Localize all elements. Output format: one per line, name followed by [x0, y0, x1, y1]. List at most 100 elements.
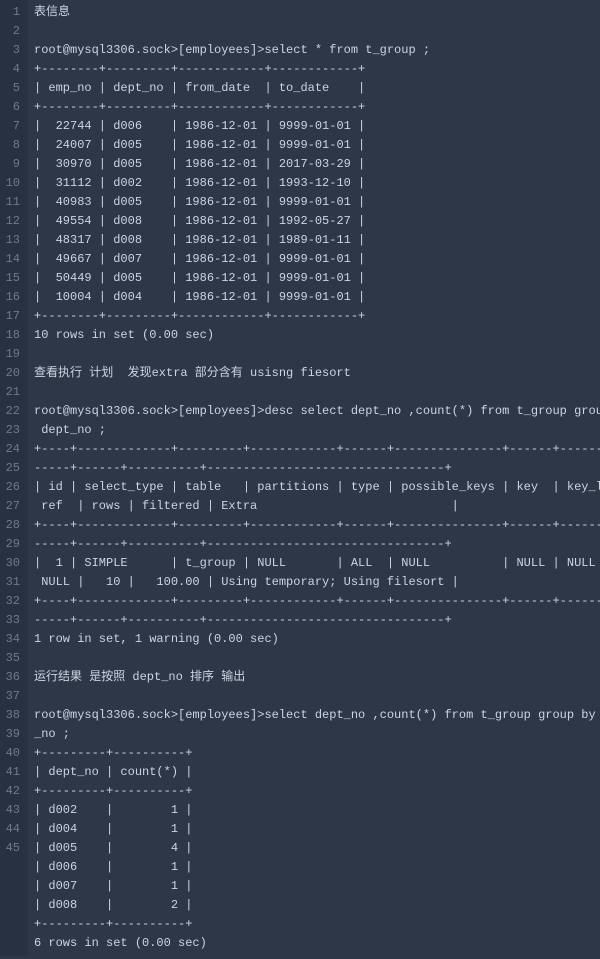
code-line: +----+-------------+---------+----------…: [34, 440, 594, 459]
code-line: | d007 | 1 |: [34, 877, 594, 896]
code-line: +----+-------------+---------+----------…: [34, 592, 594, 611]
line-number: 39: [4, 725, 20, 744]
line-number: 34: [4, 630, 20, 649]
line-number: 6: [4, 98, 20, 117]
line-number: 9: [4, 155, 20, 174]
line-number: 7: [4, 117, 20, 136]
code-line: | d004 | 1 |: [34, 820, 594, 839]
code-line: | id | select_type | table | partitions …: [34, 478, 594, 497]
line-number: 41: [4, 763, 20, 782]
line-number: 37: [4, 687, 20, 706]
line-number: 11: [4, 193, 20, 212]
line-number: [4, 858, 20, 877]
code-line: | 30970 | d005 | 1986-12-01 | 2017-03-29…: [34, 155, 594, 174]
code-line: _no ;: [34, 725, 594, 744]
code-line: NULL | 10 | 100.00 | Using temporary; Us…: [34, 573, 594, 592]
line-number: 44: [4, 820, 20, 839]
line-number: 45: [4, 839, 20, 858]
code-line: | 40983 | d005 | 1986-12-01 | 9999-01-01…: [34, 193, 594, 212]
code-line: +--------+---------+------------+-------…: [34, 60, 594, 79]
line-number: 1: [4, 3, 20, 22]
code-line: +---------+----------+: [34, 744, 594, 763]
line-number: 18: [4, 326, 20, 345]
code-line: 6 rows in set (0.00 sec): [34, 934, 594, 953]
line-number: 35: [4, 649, 20, 668]
code-line: root@mysql3306.sock>[employees]>desc sel…: [34, 402, 594, 421]
code-line: | d008 | 2 |: [34, 896, 594, 915]
line-number: 27: [4, 497, 20, 516]
line-number: 21: [4, 383, 20, 402]
code-line: root@mysql3306.sock>[employees]>select *…: [34, 41, 594, 60]
line-number: 17: [4, 307, 20, 326]
code-line: +--------+---------+------------+-------…: [34, 307, 594, 326]
code-line: +---------+----------+: [34, 915, 594, 934]
code-line: [34, 22, 594, 41]
code-line: 10 rows in set (0.00 sec): [34, 326, 594, 345]
code-line: [34, 687, 594, 706]
line-number: 28: [4, 516, 20, 535]
code-line: [34, 383, 594, 402]
line-number: 13: [4, 231, 20, 250]
code-line: | 50449 | d005 | 1986-12-01 | 9999-01-01…: [34, 269, 594, 288]
code-line: | 22744 | d006 | 1986-12-01 | 9999-01-01…: [34, 117, 594, 136]
code-line: | d005 | 4 |: [34, 839, 594, 858]
line-number: 2: [4, 22, 20, 41]
code-line: -----+------+----------+----------------…: [34, 611, 594, 630]
line-number: 36: [4, 668, 20, 687]
line-number: 30: [4, 554, 20, 573]
code-line: dept_no ;: [34, 421, 594, 440]
code-line: -----+------+----------+----------------…: [34, 535, 594, 554]
code-line: | 49667 | d007 | 1986-12-01 | 9999-01-01…: [34, 250, 594, 269]
line-number: 22: [4, 402, 20, 421]
code-line: 查看执行 计划 发现extra 部分含有 usisng fiesort: [34, 364, 594, 383]
code-line: +--------+---------+------------+-------…: [34, 98, 594, 117]
line-number: [4, 877, 20, 896]
code-line: [34, 649, 594, 668]
line-number: 43: [4, 801, 20, 820]
code-line: 运行结果 是按照 dept_no 排序 输出: [34, 668, 594, 687]
line-number: 3: [4, 41, 20, 60]
code-line: root@mysql3306.sock>[employees]>select d…: [34, 706, 594, 725]
line-number: [4, 896, 20, 915]
code-line: | d006 | 1 |: [34, 858, 594, 877]
code-line: | 10004 | d004 | 1986-12-01 | 9999-01-01…: [34, 288, 594, 307]
line-number: 23: [4, 421, 20, 440]
code-line: | d002 | 1 |: [34, 801, 594, 820]
code-editor: 1234567891011121314151617181920212223242…: [0, 0, 600, 956]
code-line: | emp_no | dept_no | from_date | to_date…: [34, 79, 594, 98]
line-number: 25: [4, 459, 20, 478]
line-number: 15: [4, 269, 20, 288]
line-number: 40: [4, 744, 20, 763]
code-line: | 1 | SIMPLE | t_group | NULL | ALL | NU…: [34, 554, 594, 573]
code-line: +----+-------------+---------+----------…: [34, 516, 594, 535]
line-number: 29: [4, 535, 20, 554]
line-number: 31: [4, 573, 20, 592]
code-line: | 24007 | d005 | 1986-12-01 | 9999-01-01…: [34, 136, 594, 155]
line-number: 20: [4, 364, 20, 383]
line-number: [4, 915, 20, 934]
line-number: 24: [4, 440, 20, 459]
line-number: 33: [4, 611, 20, 630]
line-number: 5: [4, 79, 20, 98]
line-number: 14: [4, 250, 20, 269]
line-number: 32: [4, 592, 20, 611]
line-number: 10: [4, 174, 20, 193]
code-line: | 49554 | d008 | 1986-12-01 | 1992-05-27…: [34, 212, 594, 231]
code-line: 1 row in set, 1 warning (0.00 sec): [34, 630, 594, 649]
code-content[interactable]: 表信息 root@mysql3306.sock>[employees]>sele…: [28, 0, 600, 956]
code-line: +---------+----------+: [34, 782, 594, 801]
code-line: | dept_no | count(*) |: [34, 763, 594, 782]
line-number: 42: [4, 782, 20, 801]
code-line: -----+------+----------+----------------…: [34, 459, 594, 478]
line-number: 8: [4, 136, 20, 155]
code-line: 表信息: [34, 3, 594, 22]
code-line: | 31112 | d002 | 1986-12-01 | 1993-12-10…: [34, 174, 594, 193]
code-line: | 48317 | d008 | 1986-12-01 | 1989-01-11…: [34, 231, 594, 250]
line-number: 38: [4, 706, 20, 725]
line-number-gutter: 1234567891011121314151617181920212223242…: [0, 0, 28, 956]
code-line: ref | rows | filtered | Extra |: [34, 497, 594, 516]
line-number: 19: [4, 345, 20, 364]
line-number: [4, 934, 20, 953]
line-number: 16: [4, 288, 20, 307]
line-number: 12: [4, 212, 20, 231]
